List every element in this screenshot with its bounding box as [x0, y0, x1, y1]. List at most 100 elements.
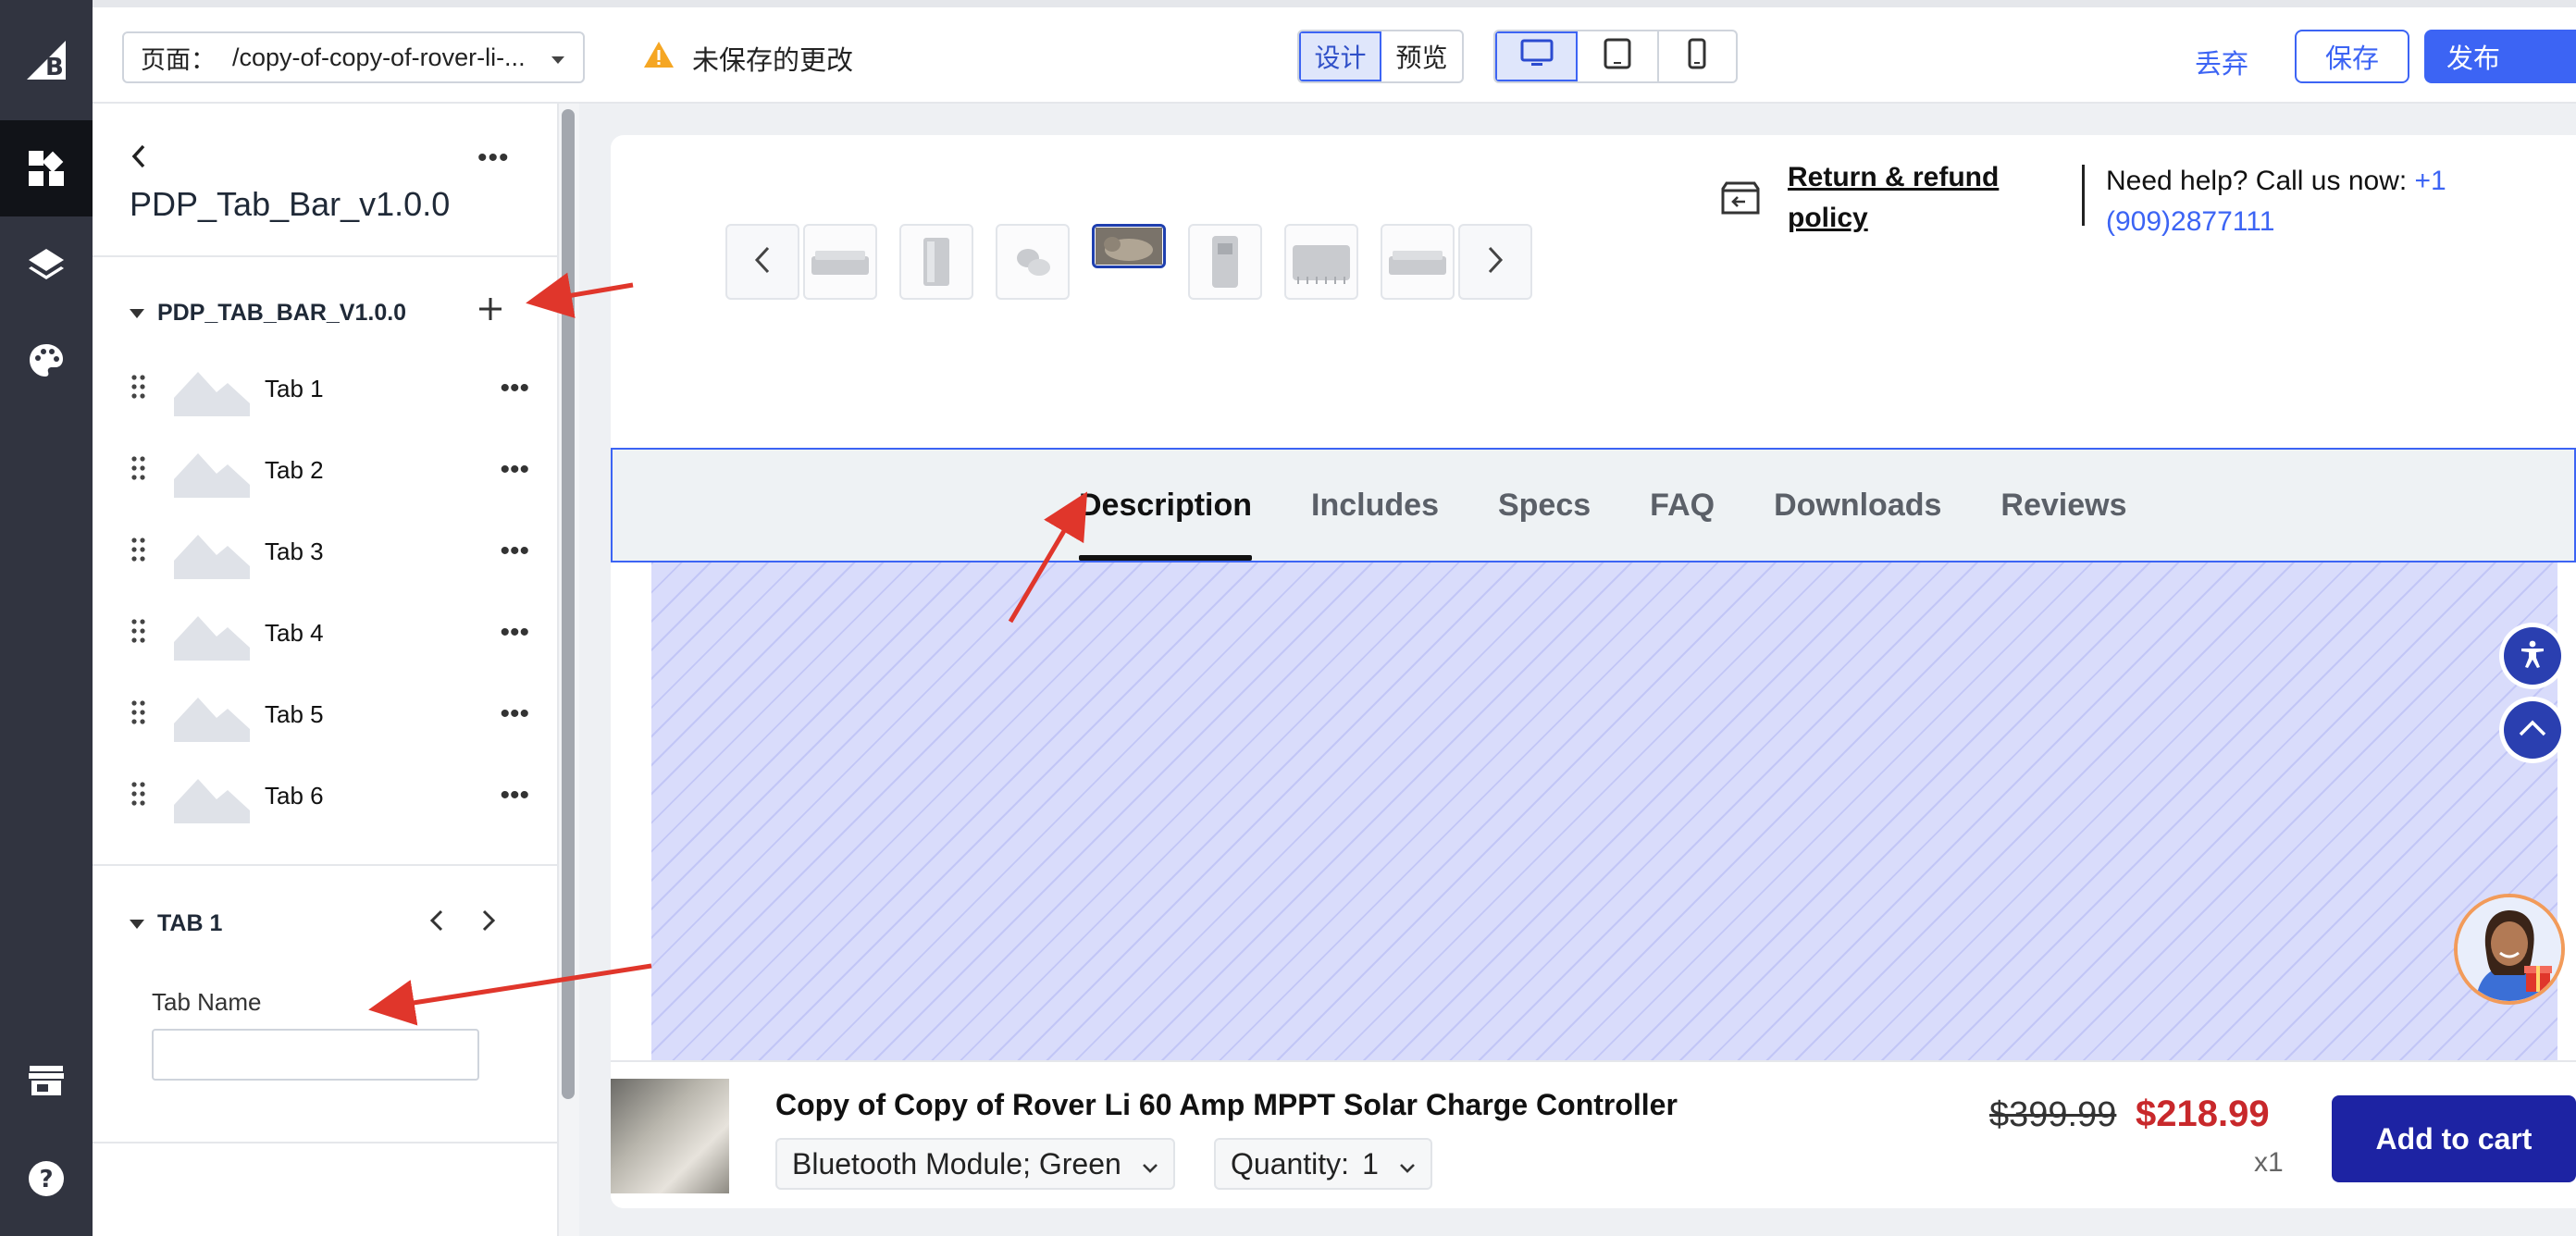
design-mode-button[interactable]: 设计 [1299, 31, 1382, 81]
tab-item-more-icon[interactable]: ••• [500, 536, 529, 567]
tab-list-item[interactable]: Tab 3 ••• [130, 522, 537, 581]
tab-image-placeholder-icon [174, 361, 250, 416]
tab-list-item[interactable]: Tab 5 ••• [130, 685, 537, 744]
preview-mode-button[interactable]: 预览 [1381, 31, 1462, 81]
bigcommerce-logo-icon[interactable]: B [0, 19, 93, 102]
thumbnails-next-button[interactable] [1458, 224, 1532, 300]
previous-tab-icon[interactable] [427, 907, 446, 939]
return-policy-link[interactable]: Return & refund policy [1788, 157, 2065, 239]
help-icon[interactable]: ? [0, 1131, 93, 1227]
product-thumbnail[interactable] [803, 224, 877, 300]
tab-specs[interactable]: Specs [1498, 450, 1591, 561]
tab-item-more-icon[interactable]: ••• [500, 617, 529, 649]
tab-settings-section-title: TAB 1 [157, 910, 223, 936]
image-thumbnail-strip [725, 224, 1532, 300]
caret-down-icon [550, 43, 566, 72]
tab-item-more-icon[interactable]: ••• [500, 454, 529, 486]
add-to-cart-button[interactable]: Add to cart [2332, 1095, 2576, 1182]
tab-bar-section-header[interactable]: PDP_TAB_BAR_V1.0.0 [130, 300, 406, 327]
widgets-icon[interactable] [0, 120, 93, 216]
accessibility-button[interactable] [2504, 627, 2561, 685]
tab-content-drop-zone[interactable] [651, 562, 2557, 1060]
widget-more-icon[interactable]: ••• [477, 142, 510, 174]
tab-item-label: Tab 1 [265, 374, 324, 402]
chevron-left-icon [752, 244, 773, 280]
product-name: Copy of Copy of Rover Li 60 Amp MPPT Sol… [775, 1088, 1678, 1121]
svg-text:?: ? [39, 1166, 53, 1193]
discard-button[interactable]: 丢弃 [2195, 43, 2248, 81]
help-divider [2082, 165, 2085, 226]
tab-list-item[interactable]: Tab 2 ••• [130, 440, 537, 500]
tab-item-label: Tab 6 [265, 781, 324, 810]
panel-scrollbar-thumb[interactable] [562, 109, 575, 1099]
product-thumbnail[interactable] [1284, 224, 1358, 300]
drag-handle-icon[interactable] [130, 780, 159, 812]
panel-divider [93, 1142, 559, 1143]
return-box-icon [1719, 179, 1762, 221]
drag-handle-icon[interactable] [130, 698, 159, 731]
desktop-view-button[interactable] [1495, 31, 1579, 81]
product-thumbnail[interactable] [899, 224, 973, 300]
product-thumbnail[interactable] [1381, 224, 1455, 300]
help-text: Need help? Call us now: [2106, 166, 2415, 196]
tab-description[interactable]: Description [1079, 450, 1253, 561]
tab-list-item[interactable]: Tab 4 ••• [130, 603, 537, 662]
tab-downloads[interactable]: Downloads [1774, 450, 1941, 561]
tablet-view-button[interactable] [1578, 31, 1659, 81]
tab-image-placeholder-icon [174, 605, 250, 661]
quantity-multiplier: x1 [2254, 1147, 2284, 1178]
tab-name-input[interactable] [152, 1029, 479, 1081]
tab-item-more-icon[interactable]: ••• [500, 780, 529, 811]
mobile-icon [1688, 38, 1706, 76]
back-button[interactable] [130, 142, 148, 175]
save-button[interactable]: 保存 [2295, 30, 2409, 83]
tab-item-label: Tab 2 [265, 455, 324, 484]
drag-handle-icon[interactable] [130, 536, 159, 568]
add-tab-icon[interactable] [477, 296, 503, 327]
tab-list-item[interactable]: Tab 6 ••• [130, 766, 537, 825]
layers-icon[interactable] [0, 216, 93, 313]
tab-bar-section-title: PDP_TAB_BAR_V1.0.0 [157, 300, 407, 326]
product-thumbnail[interactable] [1188, 224, 1262, 300]
scroll-to-top-button[interactable] [2504, 701, 2561, 759]
tab-item-more-icon[interactable]: ••• [500, 698, 529, 730]
product-page-preview: Return & refund policy Need help? Call u… [611, 135, 2576, 1208]
drag-handle-icon[interactable] [130, 373, 159, 405]
left-icon-rail: B ? [0, 0, 93, 1236]
warning-icon [642, 40, 692, 77]
tab-reviews[interactable]: Reviews [2000, 450, 2126, 561]
tab-settings-section-header[interactable]: TAB 1 [130, 910, 222, 937]
publish-button[interactable]: 发布 [2424, 30, 2576, 83]
tab-faq[interactable]: FAQ [1650, 450, 1715, 561]
top-toolbar: 页面： /copy-of-copy-of-rover-li-... 未保存的更改… [93, 0, 2576, 104]
panel-divider [93, 255, 559, 257]
drag-handle-icon[interactable] [130, 617, 159, 649]
collapse-triangle-icon [130, 919, 144, 929]
tab-item-more-icon[interactable]: ••• [500, 373, 529, 404]
product-image [611, 1079, 729, 1193]
panel-scrollbar[interactable] [559, 104, 579, 1236]
widget-settings-panel: ••• PDP_Tab_Bar_v1.0.0 PDP_TAB_BAR_V1.0.… [93, 104, 559, 1236]
variant-select[interactable]: Bluetooth Module; Green [775, 1138, 1175, 1190]
quantity-label: Quantity: [1231, 1146, 1350, 1180]
svg-text:B: B [45, 54, 64, 81]
unsaved-changes-text: 未保存的更改 [692, 46, 854, 76]
chat-assistant-avatar[interactable] [2454, 894, 2565, 1005]
quantity-select[interactable]: Quantity: 1 [1214, 1138, 1432, 1190]
pdp-tab-bar: Description Includes Specs FAQ Downloads… [611, 448, 2576, 562]
next-tab-icon[interactable] [479, 907, 498, 939]
palette-icon[interactable] [0, 313, 93, 409]
page-selector-value: /copy-of-copy-of-rover-li-... [232, 43, 526, 71]
page-builder-app: B ? 页面： /copy-of-copy-of-rover-li-... 未保… [0, 0, 2576, 1236]
drag-handle-icon[interactable] [130, 454, 159, 487]
tab-includes[interactable]: Includes [1311, 450, 1439, 561]
mobile-view-button[interactable] [1659, 31, 1736, 81]
widget-title: PDP_Tab_Bar_v1.0.0 [130, 185, 451, 223]
product-thumbnail-selected[interactable] [1092, 224, 1166, 268]
product-thumbnail[interactable] [996, 224, 1070, 300]
tab-item-label: Tab 4 [265, 618, 324, 647]
thumbnails-prev-button[interactable] [725, 224, 799, 300]
tab-list-item[interactable]: Tab 1 ••• [130, 359, 537, 418]
storefront-icon[interactable] [0, 1032, 93, 1129]
page-selector[interactable]: 页面： /copy-of-copy-of-rover-li-... [122, 31, 585, 83]
